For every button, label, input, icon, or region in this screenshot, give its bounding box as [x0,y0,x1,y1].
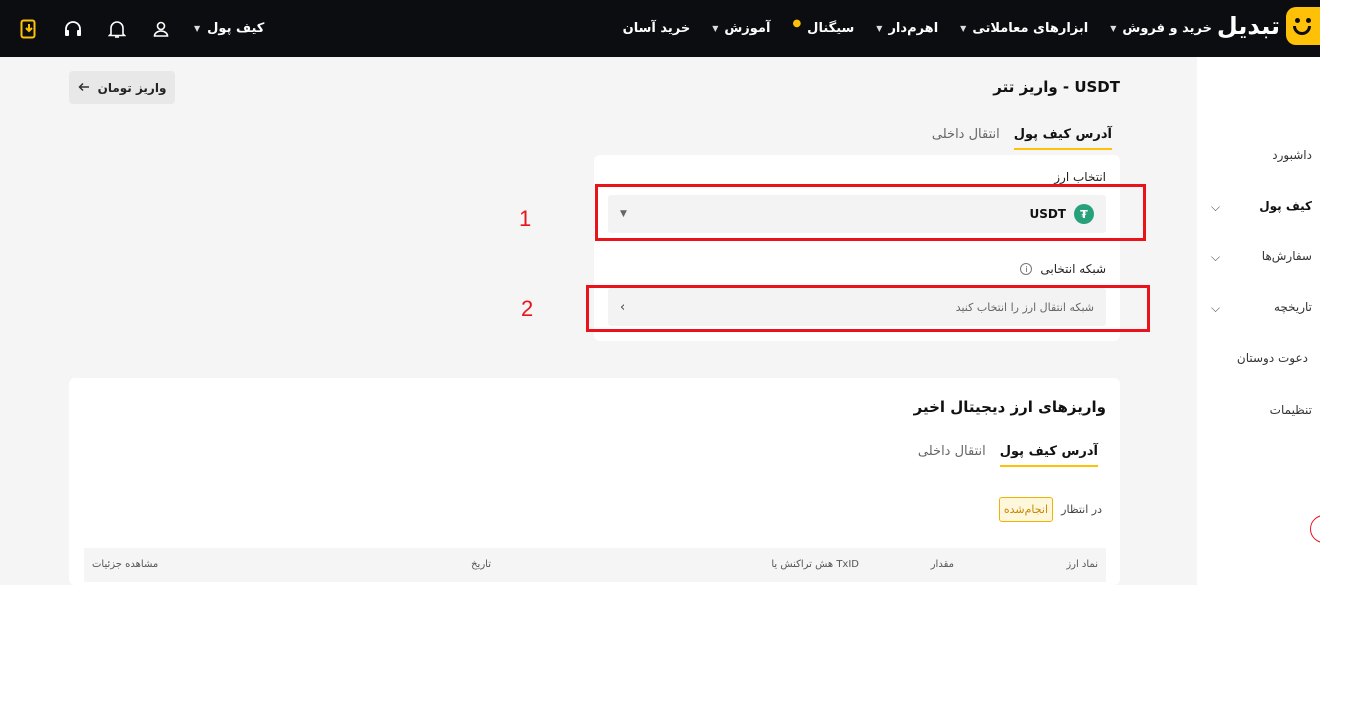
wallet-dropdown-label: کیف پول [207,21,265,36]
nav-signal[interactable]: سیگنال ● [792,18,855,36]
nav-trading-tools[interactable]: ابزارهای معاملاتی ▼ [960,21,1088,36]
wallet-dropdown[interactable]: کیف پول ▼ [194,21,264,36]
sidebar-item-label: کیف پول [1259,199,1312,213]
deposit-tabs: آدرس کیف پول انتقال داخلی [932,127,1112,150]
nav-label: خرید آسان [622,21,691,36]
chevron-down-icon: ▼ [876,24,883,33]
nav-label: سیگنال [807,21,855,36]
user-icon[interactable] [150,18,172,40]
chevron-down-icon: ▼ [1110,24,1117,33]
nav-label: آموزش [724,21,771,36]
nav-label: اهرم‌دار [888,21,939,36]
main-nav: خرید و فروش ▼ ابزارهای معاملاتی ▼ اهرم‌د… [623,0,1212,57]
deposits-table-header: نماد ارز مقدار هش تراکنش یا TxID تاریخ م… [84,548,1106,582]
column-currency-symbol: نماد ارز [1066,559,1098,570]
app-viewport: تبدیل خرید و فروش ▼ ابزارهای معاملاتی ▼ … [0,0,1320,585]
filter-done[interactable]: انجام‌شده [998,497,1053,522]
info-icon[interactable]: i [1020,263,1033,275]
nav-education[interactable]: آموزش ▼ [712,21,770,36]
tab-recent-internal-transfer[interactable]: انتقال داخلی [918,444,986,467]
nav-label: خرید و فروش [1122,21,1212,36]
back-to-toman-deposit-button[interactable]: واریز تومان [69,71,175,104]
currency-label: انتخاب ارز [1054,170,1106,184]
recent-deposits-card: واریزهای ارز دیجیتال اخیر آدرس کیف پول ا… [69,378,1120,585]
back-button-label: واریز تومان [97,80,167,95]
annotation-number-1: 1 [519,206,532,231]
sidebar-item-dashboard[interactable]: داشبورد [1272,148,1312,162]
nav-leverage[interactable]: اهرم‌دار ▼ [876,21,938,36]
headset-icon[interactable] [62,18,84,40]
network-label-row: شبکه انتخابی i [1020,262,1106,276]
logo-text: تبدیل [1216,12,1280,40]
tab-wallet-address[interactable]: آدرس کیف پول [1013,127,1112,150]
arrow-left-icon [78,81,90,95]
sidebar-item-label: داشبورد [1272,148,1312,162]
nav-buy-sell[interactable]: خرید و فروش ▼ [1110,21,1212,36]
sidebar-item-label: سفارش‌ها [1261,249,1312,263]
logo[interactable]: تبدیل [1217,7,1320,45]
sidebar-item-settings[interactable]: تنظیمات [1270,403,1312,417]
chevron-down-icon: ▼ [960,24,967,33]
topbar-actions: کیف پول ▼ [18,0,264,57]
chevron-down-icon[interactable]: ⌵ [1211,200,1220,215]
chevron-down-icon[interactable]: ⌵ [1211,250,1220,265]
recent-tabs: آدرس کیف پول انتقال داخلی [918,444,1098,467]
annotation-box-2 [586,285,1150,332]
sidebar-item-label: دعوت دوستان [1236,351,1308,365]
page-title: واریز تتر - USDT [993,78,1120,96]
chevron-down-icon: ▼ [194,24,201,33]
sidebar: داشبورد کیف پول ⌵ سفارش‌ها ⌵ تاریخچه ⌵ د… [1197,57,1320,585]
fire-icon: ● [792,18,802,29]
sidebar-item-invite-friends[interactable]: دعوت دوستان [1237,351,1308,365]
network-label: شبکه انتخابی [1040,262,1106,276]
download-app-icon[interactable] [18,18,40,40]
annotation-box-1 [595,184,1146,241]
sidebar-item-label: تنظیمات [1269,403,1312,417]
chevron-down-icon: ▼ [712,24,719,33]
chevron-down-icon[interactable]: ⌵ [1211,301,1220,316]
tab-internal-transfer[interactable]: انتقال داخلی [932,127,1000,150]
nav-easy-buy[interactable]: خرید آسان [623,21,691,36]
sidebar-item-history[interactable]: تاریخچه [1274,300,1312,314]
column-amount: مقدار [930,559,954,570]
sidebar-item-label: تاریخچه [1273,300,1312,314]
nav-label: ابزارهای معاملاتی [972,21,1089,36]
column-date: تاریخ [471,559,491,570]
bell-icon[interactable] [106,18,128,40]
column-txid: هش تراکنش یا TxID [771,559,859,570]
filter-pending[interactable]: در انتظار [1061,503,1102,516]
recent-deposits-title: واریزهای ارز دیجیتال اخیر [913,398,1106,416]
tab-recent-wallet-address[interactable]: آدرس کیف پول [999,444,1098,467]
annotation-number-2: 2 [521,296,534,321]
column-view-details: مشاهده جزئیات [92,559,159,570]
logo-smiley-icon [1286,7,1320,45]
top-bar: تبدیل خرید و فروش ▼ ابزارهای معاملاتی ▼ … [0,0,1320,57]
sidebar-item-orders[interactable]: سفارش‌ها [1262,249,1312,263]
sidebar-item-wallet[interactable]: کیف پول [1259,199,1312,213]
